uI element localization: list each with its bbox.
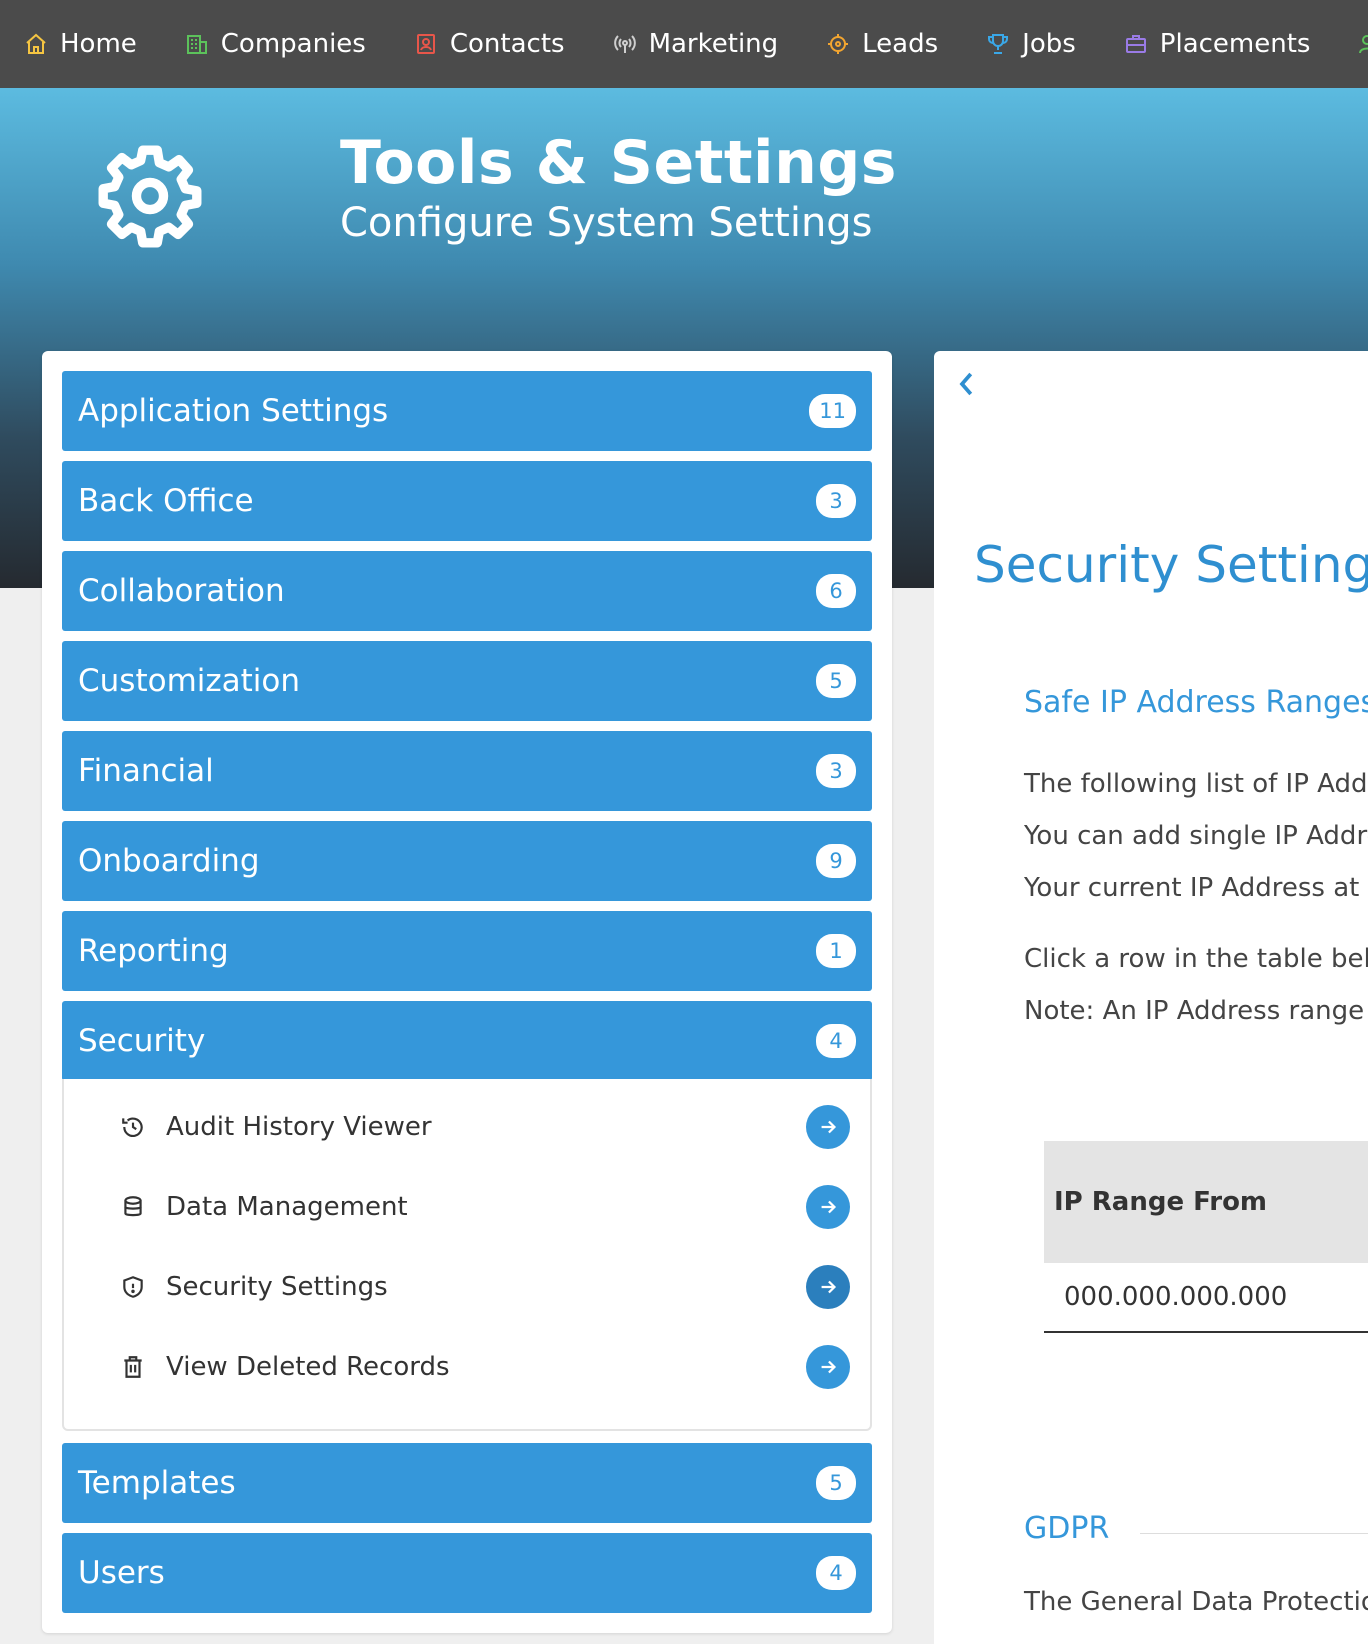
count-badge: 3	[816, 754, 856, 788]
category-label: Application Settings	[78, 393, 389, 429]
arrow-right-icon[interactable]	[806, 1185, 850, 1229]
settings-category-panel: Application Settings 11 Back Office 3 Co…	[42, 351, 892, 1633]
submenu-item-data-management[interactable]: Data Management	[120, 1177, 850, 1237]
category-financial[interactable]: Financial 3	[62, 731, 872, 811]
submenu-label: Security Settings	[166, 1272, 388, 1302]
history-icon	[122, 1117, 143, 1138]
nav-users[interactable]	[1334, 0, 1368, 88]
trophy-icon	[988, 34, 1009, 54]
category-label: Financial	[78, 753, 214, 789]
trash-icon	[124, 1356, 142, 1378]
category-label: Reporting	[78, 933, 229, 969]
nav-placements[interactable]: Placements	[1100, 0, 1335, 88]
nav-companies-label: Companies	[220, 29, 366, 59]
category-label: Security	[78, 1023, 206, 1059]
target-icon	[828, 34, 849, 54]
database-icon	[124, 1196, 142, 1217]
count-badge: 3	[816, 484, 856, 518]
description-text: The following list of IP Addre	[1024, 769, 1368, 799]
category-reporting[interactable]: Reporting 1	[62, 911, 872, 991]
nav-contacts[interactable]: Contacts	[390, 0, 589, 88]
description-text: You can add single IP Addre	[1024, 821, 1368, 851]
security-settings-panel: Security Settings Safe IP Address Ranges…	[934, 351, 1368, 1644]
submenu-item-security-settings[interactable]: Security Settings	[120, 1257, 850, 1317]
category-back-office[interactable]: Back Office 3	[62, 461, 872, 541]
column-header-ip-range-from[interactable]: IP Range From	[1044, 1141, 1368, 1263]
count-badge: 4	[816, 1024, 856, 1058]
gear-icon	[98, 145, 202, 248]
nav-leads[interactable]: Leads	[802, 0, 962, 88]
arrow-right-icon[interactable]	[806, 1105, 850, 1149]
broadcast-icon	[613, 35, 636, 53]
arrow-right-icon[interactable]	[806, 1265, 850, 1309]
description-text: Your current IP Address at th	[1024, 873, 1368, 903]
nav-leads-label: Leads	[862, 29, 939, 59]
category-label: Back Office	[78, 483, 254, 519]
category-templates[interactable]: Templates 5	[62, 1443, 872, 1523]
chevron-left-icon[interactable]	[952, 369, 982, 399]
contact-card-icon	[416, 34, 435, 54]
submenu-label: Data Management	[166, 1192, 408, 1222]
count-badge: 1	[816, 934, 856, 968]
gdpr-title: GDPR	[1024, 1511, 1110, 1546]
count-badge: 11	[809, 394, 856, 428]
nav-jobs-label: Jobs	[1022, 29, 1076, 59]
page-title: Tools & Settings	[340, 128, 897, 198]
category-label: Templates	[78, 1465, 236, 1501]
table-row[interactable]: 000.000.000.000	[1044, 1263, 1368, 1333]
users-icon	[1359, 35, 1368, 54]
section-title: Security Settings	[974, 536, 1368, 594]
description-text: Click a row in the table belov	[1024, 944, 1368, 974]
home-icon	[26, 33, 46, 54]
category-users[interactable]: Users 4	[62, 1533, 872, 1613]
nav-home[interactable]: Home	[0, 0, 161, 88]
ip-range-table: IP Range From 000.000.000.000	[1044, 1141, 1368, 1333]
building-icon	[186, 35, 207, 54]
category-label: Onboarding	[78, 843, 260, 879]
count-badge: 6	[816, 574, 856, 608]
security-submenu: Audit History Viewer Data Management Sec…	[62, 1079, 872, 1431]
nav-marketing-label: Marketing	[648, 29, 779, 59]
category-collaboration[interactable]: Collaboration 6	[62, 551, 872, 631]
count-badge: 5	[816, 1466, 856, 1500]
count-badge: 5	[816, 664, 856, 698]
nav-companies[interactable]: Companies	[161, 0, 390, 88]
divider	[1140, 1533, 1368, 1534]
briefcase-icon	[1125, 35, 1146, 53]
category-customization[interactable]: Customization 5	[62, 641, 872, 721]
page-subtitle: Configure System Settings	[340, 200, 873, 246]
category-label: Users	[78, 1555, 165, 1591]
category-application-settings[interactable]: Application Settings 11	[62, 371, 872, 451]
category-label: Collaboration	[78, 573, 285, 609]
description-text: Note: An IP Address range o	[1024, 996, 1368, 1026]
shield-icon	[123, 1276, 143, 1298]
top-nav: Home Companies Contacts Marketing Leads …	[0, 0, 1368, 88]
submenu-item-audit-history[interactable]: Audit History Viewer	[120, 1097, 850, 1157]
category-onboarding[interactable]: Onboarding 9	[62, 821, 872, 901]
safe-ip-title: Safe IP Address Ranges	[1024, 685, 1368, 720]
nav-placements-label: Placements	[1159, 29, 1311, 59]
submenu-item-view-deleted-records[interactable]: View Deleted Records	[120, 1337, 850, 1397]
gdpr-description: The General Data Protection	[1024, 1587, 1368, 1617]
nav-contacts-label: Contacts	[449, 29, 565, 59]
count-badge: 4	[816, 1556, 856, 1590]
nav-marketing[interactable]: Marketing	[589, 0, 803, 88]
nav-home-label: Home	[60, 29, 137, 59]
category-label: Customization	[78, 663, 301, 699]
submenu-label: View Deleted Records	[166, 1352, 450, 1382]
submenu-label: Audit History Viewer	[166, 1112, 432, 1142]
count-badge: 9	[816, 844, 856, 878]
category-security[interactable]: Security 4	[62, 1001, 872, 1081]
arrow-right-icon[interactable]	[806, 1345, 850, 1389]
nav-jobs[interactable]: Jobs	[962, 0, 1100, 88]
